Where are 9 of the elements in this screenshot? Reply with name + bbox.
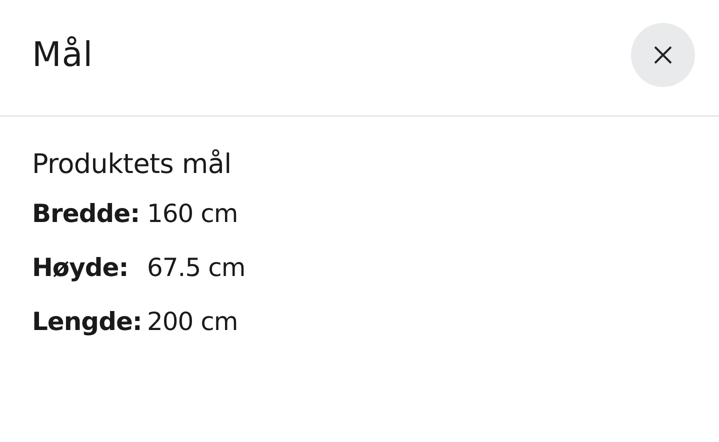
section-heading: Produktets mål — [32, 149, 232, 180]
dimension-label: Høyde: — [32, 252, 130, 282]
dimension-value: 200 cm — [147, 306, 238, 336]
dimension-label: Lengde: — [32, 306, 143, 336]
dimension-value: 67.5 cm — [147, 252, 246, 282]
dimension-value: 160 cm — [147, 198, 238, 228]
dialog-title: Mål — [32, 34, 94, 74]
close-icon — [653, 44, 673, 64]
dimension-label: Bredde: — [32, 198, 141, 228]
